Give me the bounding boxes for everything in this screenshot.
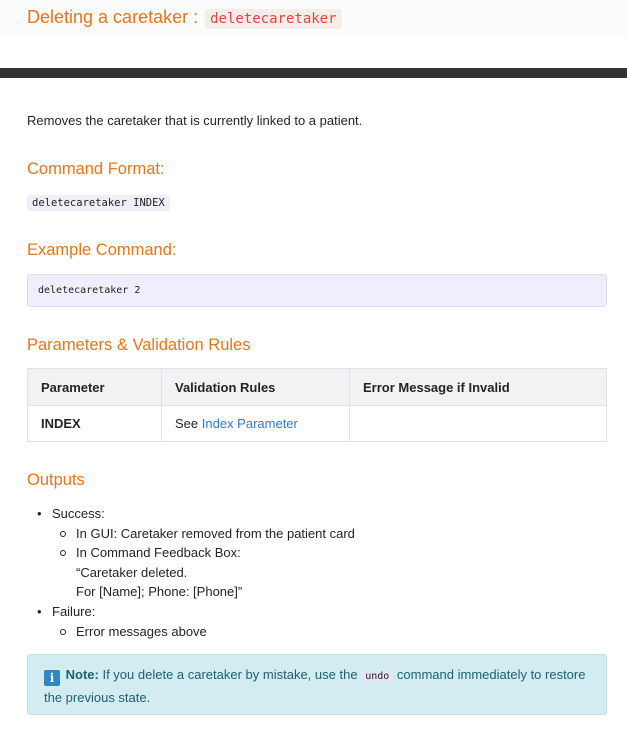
index-parameter-link[interactable]: Index Parameter bbox=[202, 416, 298, 431]
feedback-line-1: “Caretaker deleted. bbox=[76, 564, 188, 580]
error-cell bbox=[349, 405, 607, 442]
list-item: In GUI: Caretaker removed from the patie… bbox=[52, 524, 607, 544]
page-title-command: deletecaretaker bbox=[205, 9, 342, 29]
note-text-before: If you delete a caretaker by mistake, us… bbox=[102, 667, 358, 682]
failure-label: Failure: bbox=[52, 603, 96, 619]
page-header: Deleting a caretaker : deletecaretaker bbox=[0, 0, 627, 36]
success-gui-text: In GUI: Caretaker removed from the patie… bbox=[76, 525, 355, 541]
parameter-name: INDEX bbox=[41, 416, 81, 431]
success-label: Success: bbox=[52, 506, 105, 521]
list-item: Success: In GUI: Caretaker removed from … bbox=[27, 504, 607, 602]
example-code-block: deletecaretaker 2 bbox=[27, 274, 607, 307]
example-command-heading: Example Command: bbox=[27, 241, 177, 259]
success-feedback-text: In Command Feedback Box: bbox=[76, 545, 241, 561]
example-code: deletecaretaker 2 bbox=[38, 285, 141, 296]
table-header-row: Parameter Validation Rules Error Message… bbox=[27, 368, 607, 406]
section-divider bbox=[0, 68, 627, 78]
page-title: Deleting a caretaker : deletecaretaker bbox=[27, 7, 342, 29]
column-header-validation: Validation Rules bbox=[161, 368, 350, 406]
note-label: Note: bbox=[65, 667, 99, 682]
column-header-error: Error Message if Invalid bbox=[349, 368, 607, 406]
parameters-table: Parameter Validation Rules Error Message… bbox=[27, 368, 607, 442]
list-item: In Command Feedback Box: “Caretaker dele… bbox=[52, 543, 607, 602]
page-title-text: Deleting a caretaker : bbox=[27, 7, 199, 27]
list-item: Failure: Error messages above bbox=[27, 602, 607, 641]
undo-code: undo bbox=[361, 670, 394, 683]
failure-text: Error messages above bbox=[76, 623, 207, 639]
command-format-heading: Command Format: bbox=[27, 160, 165, 178]
list-item: Error messages above bbox=[52, 622, 607, 642]
intro-text: Removes the caretaker that is currently … bbox=[27, 113, 363, 128]
info-icon: i bbox=[44, 670, 60, 686]
validation-prefix: See bbox=[175, 416, 199, 431]
parameter-cell: INDEX bbox=[27, 405, 162, 442]
command-format-code: deletecaretaker INDEX bbox=[27, 195, 170, 211]
table-row: INDEX See Index Parameter bbox=[27, 405, 607, 442]
column-header-parameter: Parameter bbox=[27, 368, 162, 406]
note-callout: i Note: If you delete a caretaker by mis… bbox=[27, 654, 607, 715]
parameters-heading: Parameters & Validation Rules bbox=[27, 336, 251, 354]
outputs-heading: Outputs bbox=[27, 471, 85, 489]
outputs-list: Success: In GUI: Caretaker removed from … bbox=[27, 504, 607, 641]
feedback-line-2: For [Name]; Phone: [Phone]” bbox=[76, 584, 243, 600]
validation-cell: See Index Parameter bbox=[161, 405, 350, 442]
